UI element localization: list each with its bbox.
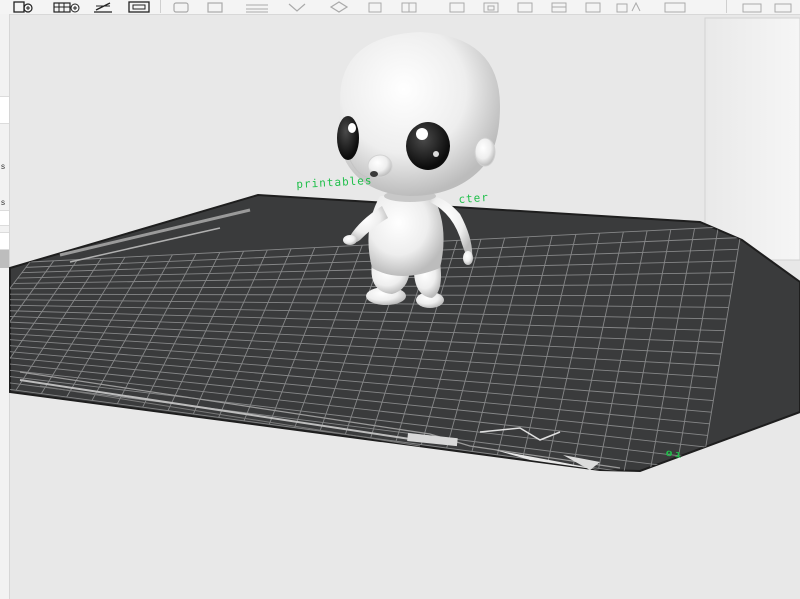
scene-wall [704,17,800,261]
eye-left [337,116,359,160]
eye-right [406,122,450,170]
bed-caption-right: cter [458,190,490,206]
scene-canvas[interactable] [0,0,800,599]
3d-viewport[interactable] [9,15,800,599]
